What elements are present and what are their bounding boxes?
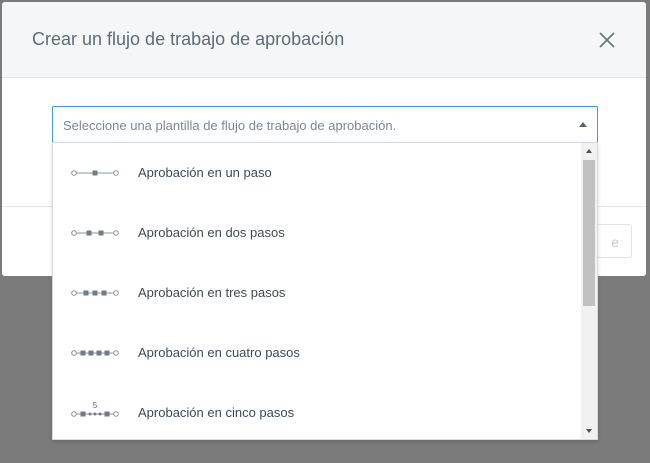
dropdown-scrollbar[interactable] xyxy=(581,143,597,439)
option-label: Aprobación en tres pasos xyxy=(138,285,286,300)
dialog-title: Crear un flujo de trabajo de aprobación xyxy=(32,29,345,49)
dialog-header: Crear un flujo de trabajo de aprobación xyxy=(2,2,646,78)
two-step-workflow-icon xyxy=(71,230,119,236)
template-select[interactable]: Seleccione una plantilla de flujo de tra… xyxy=(52,106,598,143)
template-select-placeholder: Seleccione una plantilla de flujo de tra… xyxy=(63,118,397,133)
one-step-workflow-icon xyxy=(71,170,119,176)
close-icon[interactable] xyxy=(598,31,616,49)
option-label: Aprobación en un paso xyxy=(138,165,272,180)
template-dropdown-list: Aprobación en un paso Aprobación en dos … xyxy=(52,142,598,440)
caret-up-icon[interactable] xyxy=(579,122,587,127)
option-two-steps[interactable]: Aprobación en dos pasos xyxy=(53,203,581,263)
option-label: Aprobación en cinco pasos xyxy=(138,405,295,420)
option-one-step[interactable]: Aprobación en un paso xyxy=(53,143,581,203)
option-label: Aprobación en cuatro pasos xyxy=(138,345,300,360)
option-label: Aprobación en dos pasos xyxy=(138,225,285,240)
four-step-workflow-icon xyxy=(71,350,119,356)
five-step-workflow-icon: 5 xyxy=(71,401,119,417)
scroll-down-arrow-icon[interactable] xyxy=(586,429,592,433)
option-five-steps[interactable]: 5 Aprobación en cinco pasos xyxy=(53,383,581,439)
scroll-up-arrow-icon[interactable] xyxy=(586,149,592,153)
five-step-icon-number: 5 xyxy=(93,401,98,410)
option-three-steps[interactable]: Aprobación en tres pasos xyxy=(53,263,581,323)
option-four-steps[interactable]: Aprobación en cuatro pasos xyxy=(53,323,581,383)
scrollbar-thumb[interactable] xyxy=(583,160,595,306)
three-step-workflow-icon xyxy=(71,290,119,296)
